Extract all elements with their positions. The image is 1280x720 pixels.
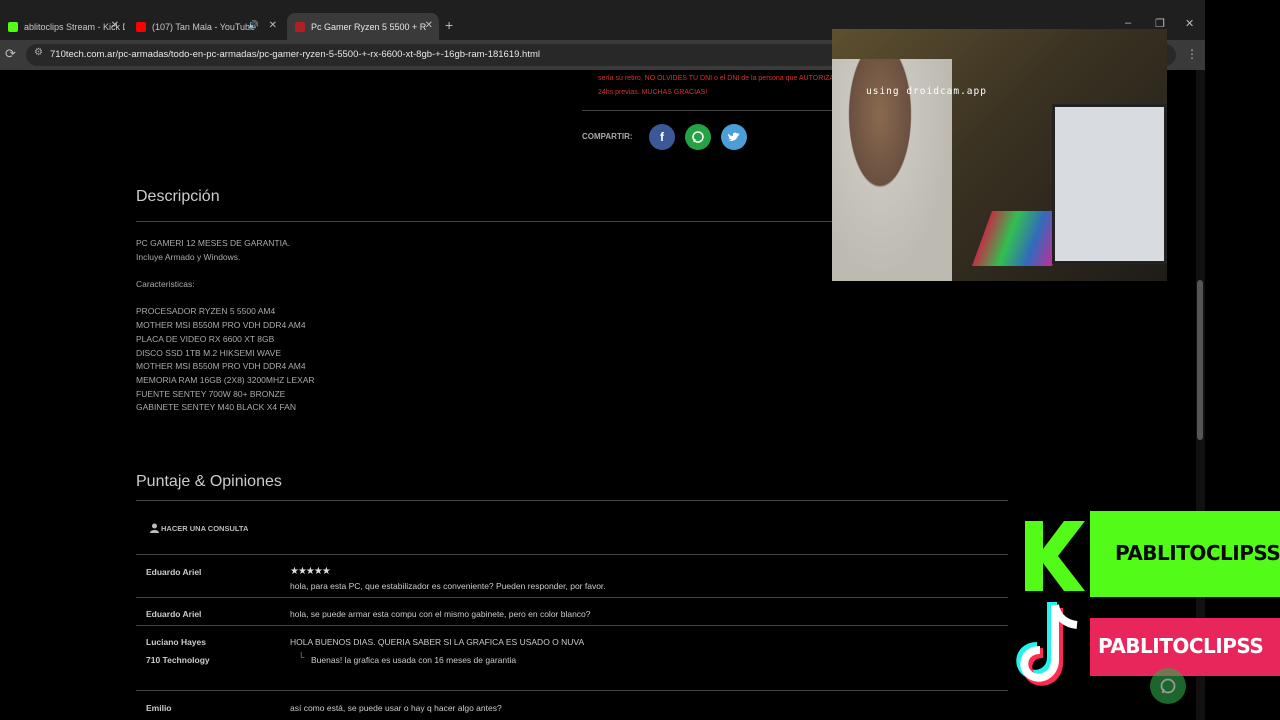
reply-author: 710 Technology xyxy=(146,655,210,665)
scrollbar-thumb[interactable] xyxy=(1197,280,1203,440)
divider xyxy=(136,625,1008,626)
tab-close-icon[interactable]: ✕ xyxy=(425,20,433,31)
divider xyxy=(136,500,1008,501)
new-tab-button[interactable]: + xyxy=(445,17,453,33)
tab-label: (107) Tan Mala - YouTube xyxy=(152,21,256,32)
description-line: MOTHER MSI B550M PRO VDH DDR4 AM4 xyxy=(136,361,306,372)
tiktok-username: PABLITOCLIPSS xyxy=(1098,634,1264,658)
whatsapp-share-icon[interactable] xyxy=(685,124,711,150)
description-line xyxy=(136,292,315,306)
divider xyxy=(582,110,832,111)
url-text[interactable]: 710tech.com.ar/pc-armadas/todo-en-pc-arm… xyxy=(50,49,540,60)
description-heading: Descripción xyxy=(136,188,220,205)
review-author: Luciano Hayes xyxy=(146,637,206,647)
tab-pc-gamer[interactable]: Pc Gamer Ryzen 5 5500 + Rx 66 ✕ xyxy=(287,13,439,40)
bird-icon xyxy=(728,132,740,141)
description-line: PLACA DE VIDEO RX 6600 XT 8GB xyxy=(136,333,275,344)
whatsapp-icon xyxy=(1160,678,1176,694)
description-line: Caracteristicas: xyxy=(136,279,195,290)
divider xyxy=(136,597,1008,598)
tab-kick-dashboard[interactable]: ablitoclips Stream - Kick Dashb ✕ xyxy=(0,13,125,40)
description-body: PC GAMERI 12 MESES DE GARANTIA. Incluye … xyxy=(136,237,315,415)
tab-close-icon[interactable]: ✕ xyxy=(111,20,119,31)
review-text: HOLA BUENOS DIAS. QUERIA SABER SI LA GRA… xyxy=(290,637,585,647)
share-label: COMPARTIR: xyxy=(582,132,633,141)
monitor-image xyxy=(1052,104,1167,264)
rating-stars: ★★★★★ xyxy=(290,566,331,577)
browser-menu-icon[interactable]: ⋮ xyxy=(1186,47,1198,61)
notice-line: 24hs previas. MUCHAS GRACIAS! xyxy=(598,89,708,96)
speaker-icon[interactable]: 🔊 xyxy=(248,20,259,31)
review-author: Emilio xyxy=(146,703,172,713)
description-line: MEMORIA RAM 16GB (2X8) 3200MHZ LEXAR xyxy=(136,375,315,385)
site-info-icon[interactable]: ⚙ xyxy=(34,47,43,58)
whatsapp-icon xyxy=(692,131,704,143)
tab-label: Pc Gamer Ryzen 5 5500 + Rx 66 xyxy=(311,21,426,32)
description-line: DISCO SSD 1TB M.2 HIKSEMI WAVE xyxy=(136,347,281,358)
description-line xyxy=(136,264,315,278)
pickup-notice: sería su retiro, NO OLVIDES TU DNI o el … xyxy=(598,72,838,100)
reload-icon[interactable]: ⟳ xyxy=(5,46,16,62)
kick-logo-icon xyxy=(1025,521,1085,591)
reply-arrow-icon: └ xyxy=(298,652,305,662)
review-text: hola, para esta PC, que estabilizador es… xyxy=(290,581,606,591)
notice-line: sería su retiro, NO OLVIDES TU DNI o el … xyxy=(598,75,835,82)
kick-username: PABLITOCLIPSS xyxy=(1115,541,1280,565)
droidcam-watermark: using droidcam.app xyxy=(866,86,987,97)
reply-text: Buenas! la grafica es usada con 16 meses… xyxy=(311,655,517,665)
divider xyxy=(136,554,1008,555)
youtube-favicon-icon xyxy=(136,21,146,32)
review-author: Eduardo Ariel xyxy=(146,567,202,577)
reviews-heading: Puntaje & Opiniones xyxy=(136,473,282,490)
description-line: PC GAMERI 12 MESES DE GARANTIA. xyxy=(136,238,290,248)
divider xyxy=(136,690,1008,691)
tab-youtube[interactable]: (107) Tan Mala - YouTube 🔊 ✕ xyxy=(128,13,283,40)
twitter-share-icon[interactable] xyxy=(721,124,747,150)
kick-overlay: PABLITOCLIPSS xyxy=(1025,511,1280,597)
review-text: así como está, se puede usar o hay q hac… xyxy=(290,703,502,713)
ask-question-label: HACER UNA CONSULTA xyxy=(161,523,249,533)
minimize-button[interactable]: – xyxy=(1125,17,1131,29)
facebook-share-icon[interactable]: f xyxy=(649,124,675,150)
tiktok-logo-icon xyxy=(1016,602,1078,686)
tab-close-icon[interactable]: ✕ xyxy=(269,20,277,31)
close-window-button[interactable]: ✕ xyxy=(1185,17,1194,30)
user-icon xyxy=(150,523,159,533)
review-author: Eduardo Ariel xyxy=(146,609,202,619)
site-favicon-icon xyxy=(295,21,305,32)
description-line: FUENTE SENTEY 700W 80+ BRONZE xyxy=(136,388,286,399)
description-line: PROCESADOR RYZEN 5 5500 AM4 xyxy=(136,306,276,317)
tiktok-overlay: PABLITOCLIPSS xyxy=(1010,600,1280,695)
description-line: Incluye Armado y Windows. xyxy=(136,251,241,262)
whatsapp-float-button[interactable] xyxy=(1150,668,1186,704)
description-line: MOTHER MSI B550M PRO VDH DDR4 AM4 xyxy=(136,320,306,331)
webcam-overlay: using droidcam.app xyxy=(832,29,1167,281)
ask-question-button[interactable]: HACER UNA CONSULTA xyxy=(150,523,248,533)
review-text: hola, se puede armar esta compu con el m… xyxy=(290,609,591,619)
kick-favicon-icon xyxy=(8,21,18,32)
description-line: GABINETE SENTEY M40 BLACK X4 FAN xyxy=(136,402,296,413)
